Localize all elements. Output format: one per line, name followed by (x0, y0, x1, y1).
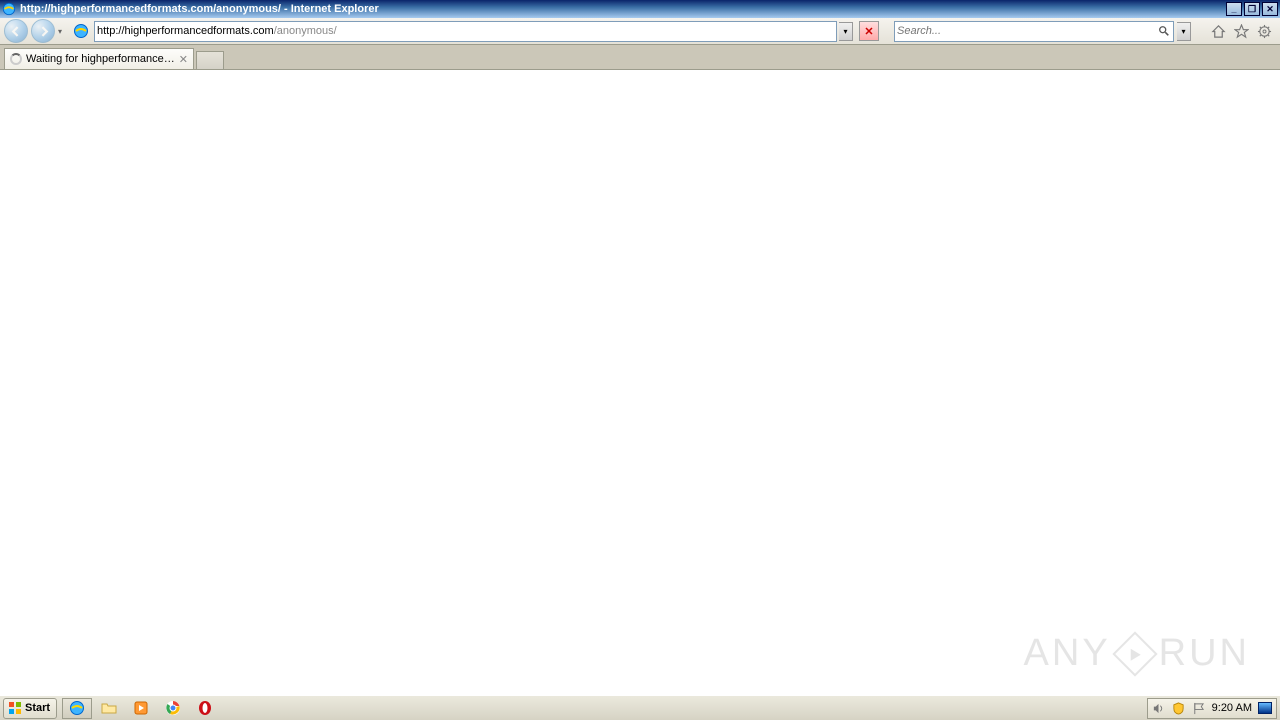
folder-icon (101, 700, 117, 716)
loading-spinner-icon (10, 53, 22, 65)
tab-bar: Waiting for highperformance… ✕ (0, 45, 1280, 70)
flag-icon[interactable] (1192, 701, 1206, 715)
minimize-button[interactable]: _ (1226, 2, 1242, 16)
system-tray: 9:20 AM (1147, 698, 1277, 719)
start-button[interactable]: Start (3, 698, 57, 719)
navigation-toolbar: ▾ http://highperformancedformats.com/ano… (0, 18, 1280, 45)
taskbar-item-chrome[interactable] (158, 698, 188, 719)
show-desktop-button[interactable] (1258, 702, 1272, 714)
browser-tab[interactable]: Waiting for highperformance… ✕ (4, 48, 194, 69)
star-icon (1234, 24, 1249, 39)
favorites-button[interactable] (1233, 23, 1249, 39)
address-bar[interactable]: http://highperformancedformats.com/anony… (94, 21, 837, 42)
media-player-icon (133, 700, 149, 716)
window-title: http://highperformancedformats.com/anony… (20, 3, 1224, 15)
forward-button[interactable] (31, 19, 55, 43)
gear-icon (1257, 24, 1272, 39)
taskbar-clock[interactable]: 9:20 AM (1212, 702, 1252, 714)
taskbar-item-opera[interactable] (190, 698, 220, 719)
ie-icon (69, 700, 85, 716)
url-host: http://highperformancedformats.com (97, 25, 274, 37)
arrow-right-icon (38, 26, 49, 37)
watermark-left: ANY (1024, 632, 1111, 675)
arrow-left-icon (11, 26, 22, 37)
taskbar-item-media[interactable] (126, 698, 156, 719)
tab-close-button[interactable]: ✕ (179, 53, 188, 66)
search-dropdown[interactable]: ▾ (1177, 22, 1191, 41)
windows-logo-icon (8, 701, 22, 715)
url-path: /anonymous/ (274, 25, 337, 37)
shield-icon[interactable] (1172, 701, 1186, 715)
page-icon (73, 23, 89, 39)
address-dropdown[interactable]: ▾ (839, 22, 853, 41)
taskbar-item-ie[interactable] (62, 698, 92, 719)
window-titlebar: http://highperformancedformats.com/anony… (0, 0, 1280, 18)
watermark: ANY RUN (1024, 632, 1250, 675)
volume-icon[interactable] (1152, 701, 1166, 715)
back-button[interactable] (4, 19, 28, 43)
new-tab-button[interactable] (196, 51, 224, 69)
play-icon (1112, 631, 1157, 676)
taskbar-item-explorer[interactable] (94, 698, 124, 719)
watermark-right: RUN (1159, 632, 1250, 675)
nav-history-dropdown[interactable]: ▾ (58, 27, 66, 36)
home-button[interactable] (1210, 23, 1226, 39)
page-viewport: ANY RUN (0, 70, 1280, 695)
tab-title: Waiting for highperformance… (26, 53, 175, 65)
maximize-button[interactable]: ❐ (1244, 2, 1260, 16)
search-box[interactable] (894, 21, 1174, 42)
tools-button[interactable] (1256, 23, 1272, 39)
ie-icon (2, 2, 16, 16)
taskbar: Start 9:20 AM (0, 695, 1280, 720)
home-icon (1211, 24, 1226, 39)
stop-button[interactable]: ✕ (859, 21, 879, 41)
opera-icon (197, 700, 213, 716)
start-label: Start (25, 702, 50, 714)
search-icon[interactable] (1158, 24, 1171, 38)
search-input[interactable] (897, 25, 1158, 37)
close-button[interactable]: ✕ (1262, 2, 1278, 16)
chrome-icon (165, 700, 181, 716)
